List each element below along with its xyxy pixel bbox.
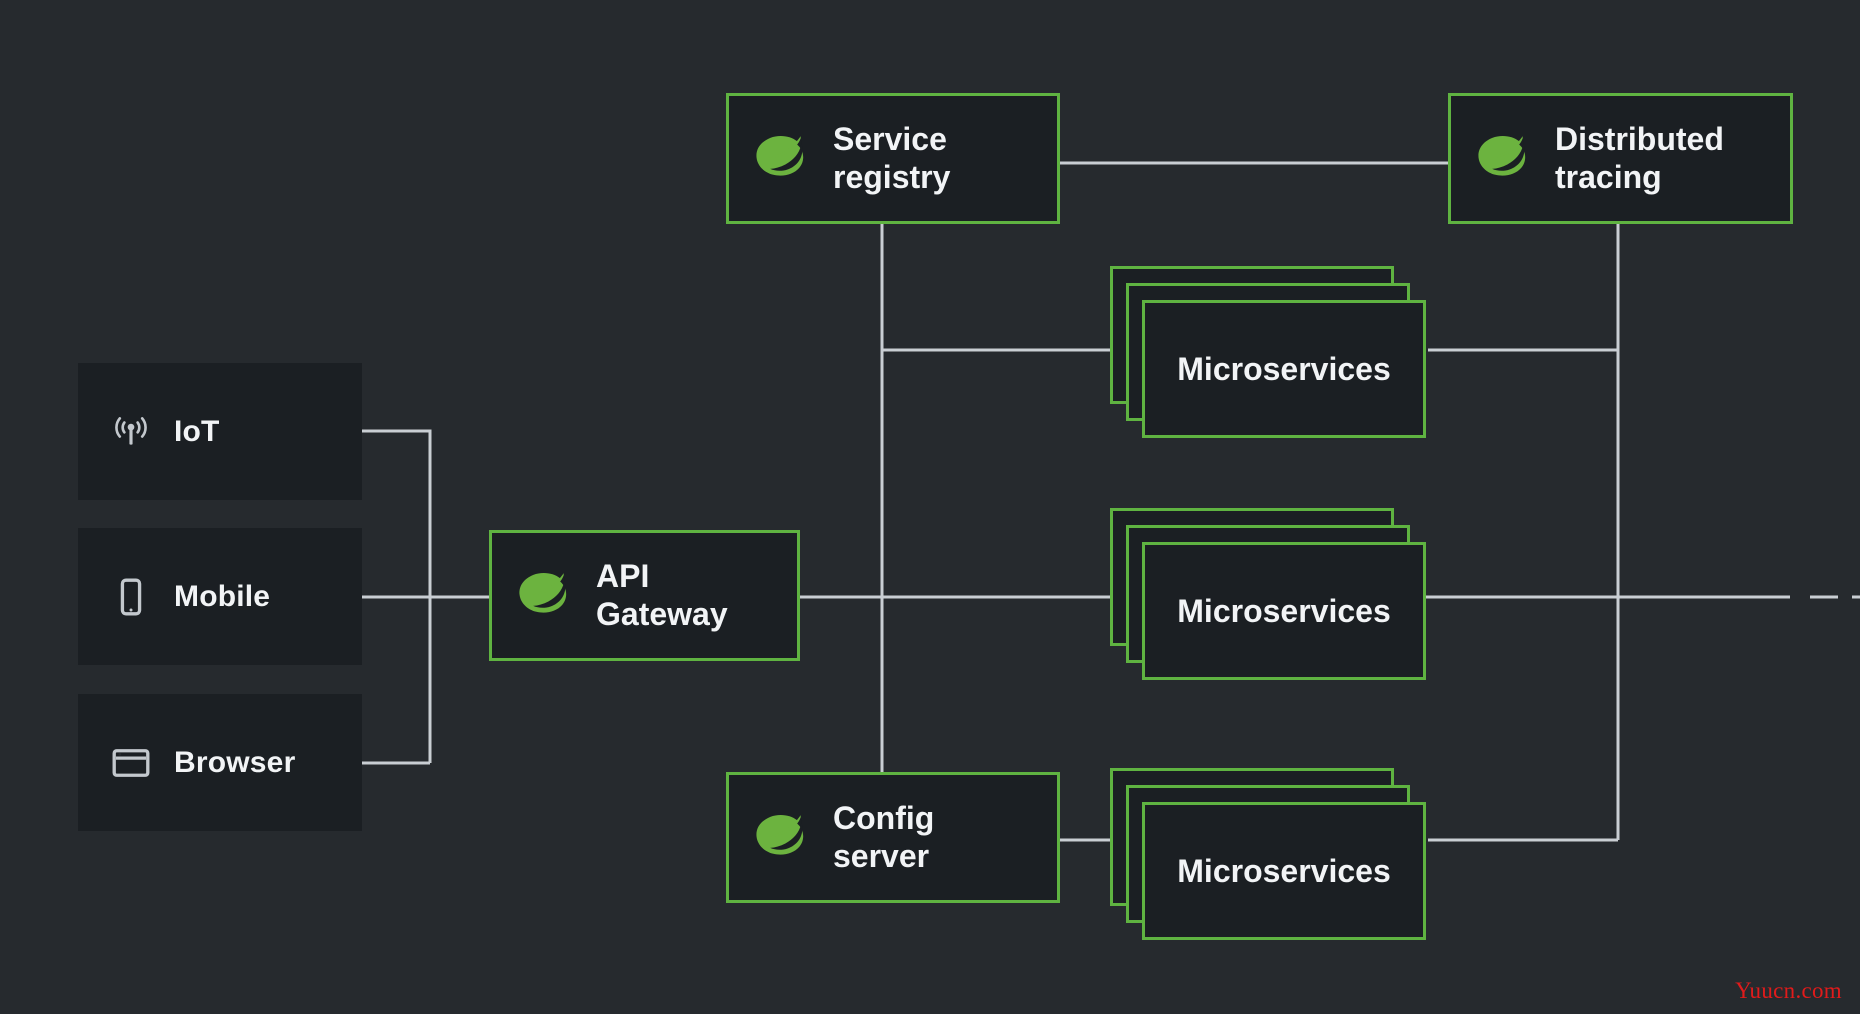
watermark-text: Yuucn.com [1735,978,1842,1003]
spring-leaf-logo [756,814,804,855]
client-label-mobile: Mobile [174,579,271,613]
microservices-label-top: Microservices [1177,350,1391,387]
config-server-label: Config server [833,799,935,874]
client-box-mobile[interactable]: Mobile [78,528,362,665]
microservices-stack-bottom[interactable]: Microservices [1110,768,1430,948]
microservices-stack-top[interactable]: Microservices [1110,266,1430,446]
microservices-card-front[interactable]: Microservices [1142,542,1426,680]
client-label-iot: IoT [174,414,220,448]
architecture-diagram-canvas: IoT Mobile Browser Service registry Dist… [0,0,1860,1014]
distributed-tracing-label: Distributed tracing [1555,120,1724,195]
client-box-iot[interactable]: IoT [78,363,362,500]
distributed-tracing-box[interactable]: Distributed tracing [1448,93,1793,224]
service-registry-label: Service registry [833,120,951,195]
antenna-signal-icon [115,416,147,445]
spring-leaf-logo [519,572,567,613]
api-gateway-label: API Gateway [596,557,728,632]
microservices-card-front[interactable]: Microservices [1142,802,1426,940]
client-box-browser[interactable]: Browser [78,694,362,831]
client-label-browser: Browser [174,745,296,779]
service-registry-box[interactable]: Service registry [726,93,1060,224]
api-gateway-box[interactable]: API Gateway [489,530,800,661]
microservices-label-bottom: Microservices [1177,852,1391,889]
microservices-label-middle: Microservices [1177,592,1391,629]
spring-leaf-logo [1478,135,1526,176]
spring-leaf-logo [756,135,804,176]
wire-iot-to-bus [362,429,432,763]
browser-window-icon [112,748,150,777]
smartphone-icon [120,578,142,615]
microservices-stack-middle[interactable]: Microservices [1110,508,1430,688]
microservices-card-front[interactable]: Microservices [1142,300,1426,438]
config-server-box[interactable]: Config server [726,772,1060,903]
